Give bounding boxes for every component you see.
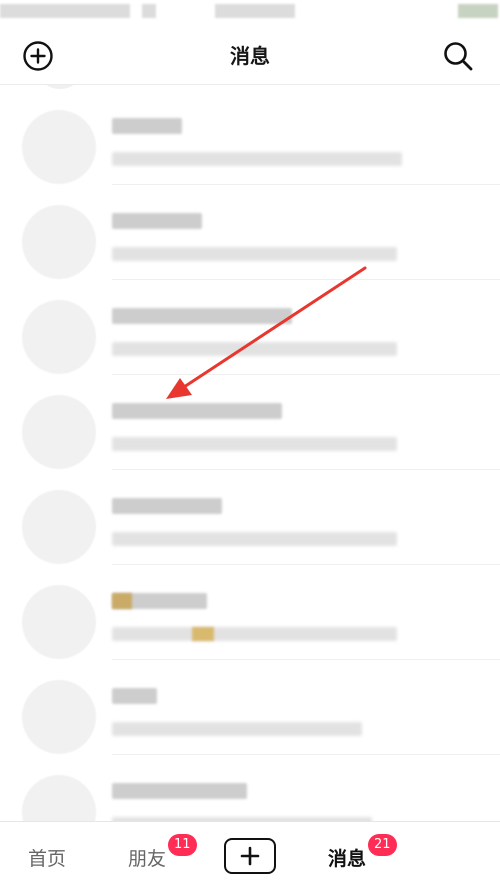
status-bar-time bbox=[0, 4, 130, 18]
list-item[interactable] bbox=[0, 755, 500, 821]
conversation-preview bbox=[112, 342, 397, 356]
tab-messages[interactable]: 消息 bbox=[328, 844, 366, 871]
battery-icon bbox=[458, 4, 498, 18]
avatar bbox=[22, 300, 96, 374]
list-item[interactable] bbox=[0, 375, 500, 470]
avatar bbox=[22, 490, 96, 564]
plus-icon bbox=[240, 846, 260, 866]
emoji-icon bbox=[112, 593, 132, 609]
list-item[interactable] bbox=[0, 470, 500, 565]
conversation-name bbox=[112, 118, 182, 134]
list-item[interactable] bbox=[0, 565, 500, 660]
search-icon[interactable] bbox=[442, 40, 474, 72]
conversation-name bbox=[112, 213, 202, 229]
conversation-name bbox=[112, 783, 247, 799]
conversation-preview bbox=[112, 247, 397, 261]
bottom-tab-bar: 首页 朋友 11 消息 21 bbox=[0, 821, 500, 890]
conversation-list[interactable] bbox=[0, 85, 500, 821]
conversation-preview bbox=[112, 437, 397, 451]
list-item[interactable] bbox=[0, 660, 500, 755]
emoji-icon bbox=[192, 627, 214, 641]
conversation-name bbox=[112, 308, 292, 324]
avatar bbox=[40, 85, 80, 89]
avatar bbox=[22, 775, 96, 821]
status-bar bbox=[0, 0, 500, 26]
conversation-preview bbox=[112, 152, 402, 166]
conversation-name bbox=[112, 688, 157, 704]
page-title: 消息 bbox=[230, 44, 270, 68]
conversation-name bbox=[112, 403, 282, 419]
friends-badge: 11 bbox=[168, 834, 197, 856]
avatar bbox=[22, 680, 96, 754]
avatar bbox=[22, 585, 96, 659]
tab-home[interactable]: 首页 bbox=[28, 844, 66, 871]
conversation-name bbox=[112, 498, 222, 514]
avatar bbox=[22, 395, 96, 469]
create-button[interactable] bbox=[224, 838, 276, 874]
list-item[interactable] bbox=[0, 185, 500, 280]
status-bar-center bbox=[215, 4, 295, 18]
conversation-preview bbox=[112, 532, 397, 546]
avatar bbox=[22, 110, 96, 184]
messages-badge: 21 bbox=[368, 834, 397, 856]
list-item[interactable] bbox=[0, 90, 500, 185]
tab-friends[interactable]: 朋友 bbox=[128, 844, 166, 871]
status-bar-icon bbox=[142, 4, 156, 18]
conversation-preview bbox=[112, 722, 362, 736]
header: 消息 bbox=[0, 26, 500, 85]
conversation-preview bbox=[112, 627, 397, 641]
avatar bbox=[22, 205, 96, 279]
list-item[interactable] bbox=[0, 280, 500, 375]
